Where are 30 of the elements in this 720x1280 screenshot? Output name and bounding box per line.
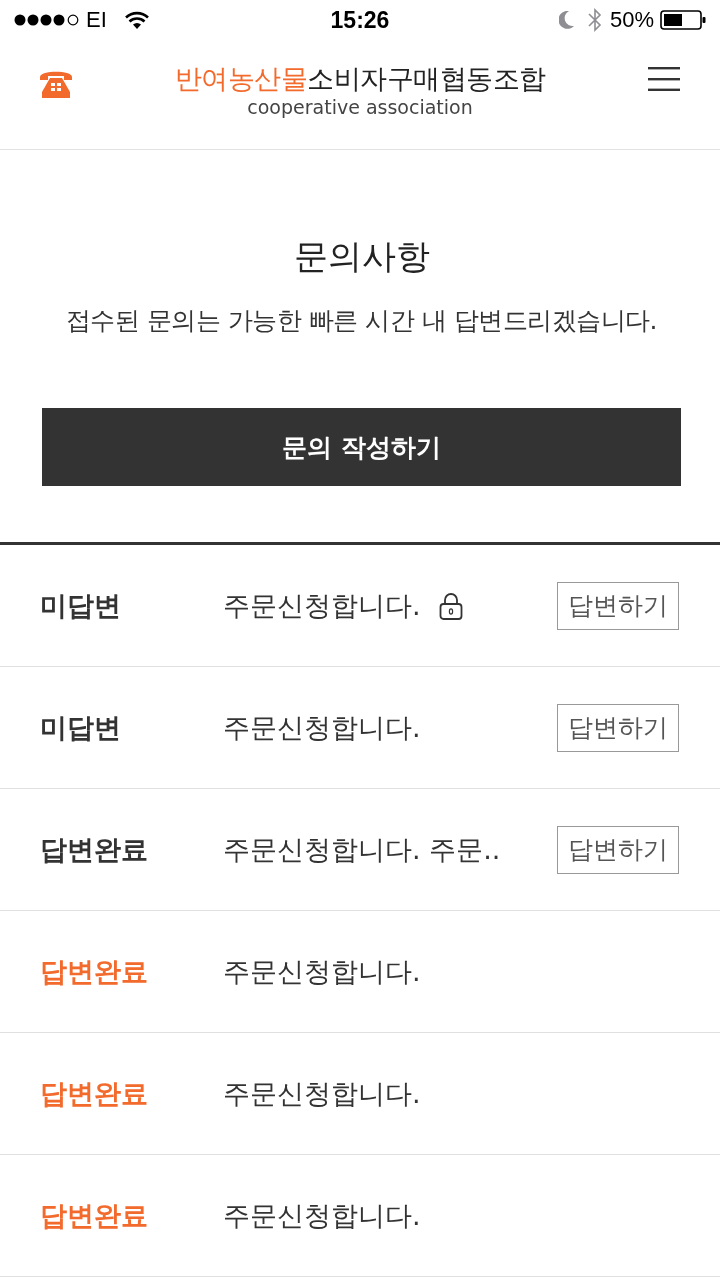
inquiry-title[interactable]: 주문신청합니다.	[223, 587, 421, 624]
battery-icon	[660, 10, 706, 30]
inquiry-title[interactable]: 주문신청합니다. 주문..	[223, 831, 501, 868]
page-description: 접수된 문의는 가능한 빠른 시간 내 답변드리겠습니다.	[65, 305, 658, 337]
status-time: 15:26	[330, 6, 390, 34]
logo-subtitle: cooperative association	[247, 96, 473, 118]
answer-status: 답변완료	[40, 832, 149, 867]
page-title: 문의사항	[293, 235, 430, 278]
inquiry-title[interactable]: 주문신청합니다.	[223, 1075, 421, 1112]
logo-title: 반여농산물소비자구매협동조합	[174, 62, 546, 96]
bluetooth-icon	[587, 8, 602, 32]
battery-percent: 50%	[609, 7, 654, 33]
inquiry-title[interactable]: 주문신청합니다.	[223, 709, 421, 746]
moon-icon	[558, 11, 574, 29]
inquiry-title[interactable]: 주문신청합니다.	[223, 953, 421, 990]
menu-button[interactable]	[648, 67, 680, 91]
reply-button[interactable]: 답변하기	[557, 581, 679, 630]
answer-status: 답변완료	[40, 1076, 149, 1111]
write-inquiry-button[interactable]: 문의 작성하기	[42, 408, 681, 486]
answer-status: 미답변	[40, 588, 122, 623]
answer-status: 미답변	[40, 710, 122, 745]
menu-icon	[648, 67, 680, 91]
wifi-icon	[124, 11, 149, 29]
reply-button[interactable]: 답변하기	[557, 703, 679, 752]
signal-icon	[14, 14, 80, 26]
reply-button[interactable]: 답변하기	[557, 825, 679, 874]
carrier-name: EI	[86, 7, 107, 33]
answer-status: 답변완료	[40, 1198, 149, 1233]
answer-status: 답변완료	[40, 954, 149, 989]
inquiry-title[interactable]: 주문신청합니다.	[223, 1197, 421, 1234]
